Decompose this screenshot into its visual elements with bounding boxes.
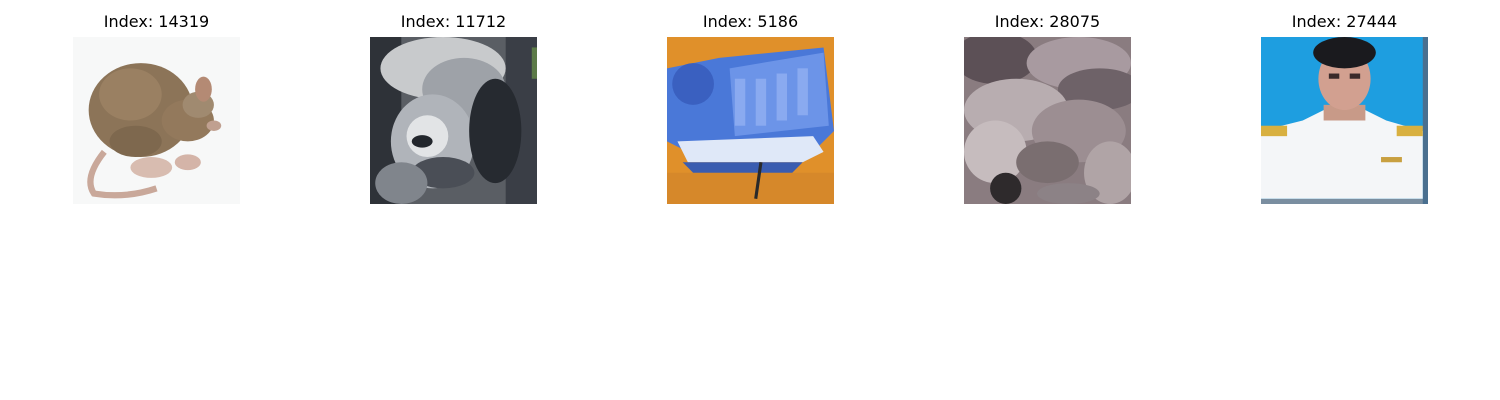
thumbnail-image [73, 37, 240, 204]
man-in-uniform-image [1261, 37, 1428, 204]
figure: { "panels": [ {"title": "Index: 14319", … [0, 0, 1500, 400]
mouse-image [73, 37, 240, 204]
thumbnail-image [964, 37, 1131, 204]
thumbnail-image [1261, 37, 1428, 204]
panel-title: Index: 28075 [994, 12, 1101, 31]
chimpanzee-image [370, 37, 537, 204]
thumbnail-image [370, 37, 537, 204]
panel-title: Index: 27444 [1291, 12, 1398, 31]
telephone-image [667, 37, 834, 204]
panel-title: Index: 5186 [702, 12, 799, 31]
panel-title: Index: 14319 [103, 12, 210, 31]
thumbnail-image [667, 37, 834, 204]
panel-title: Index: 11712 [400, 12, 507, 31]
animals-image [964, 37, 1131, 204]
